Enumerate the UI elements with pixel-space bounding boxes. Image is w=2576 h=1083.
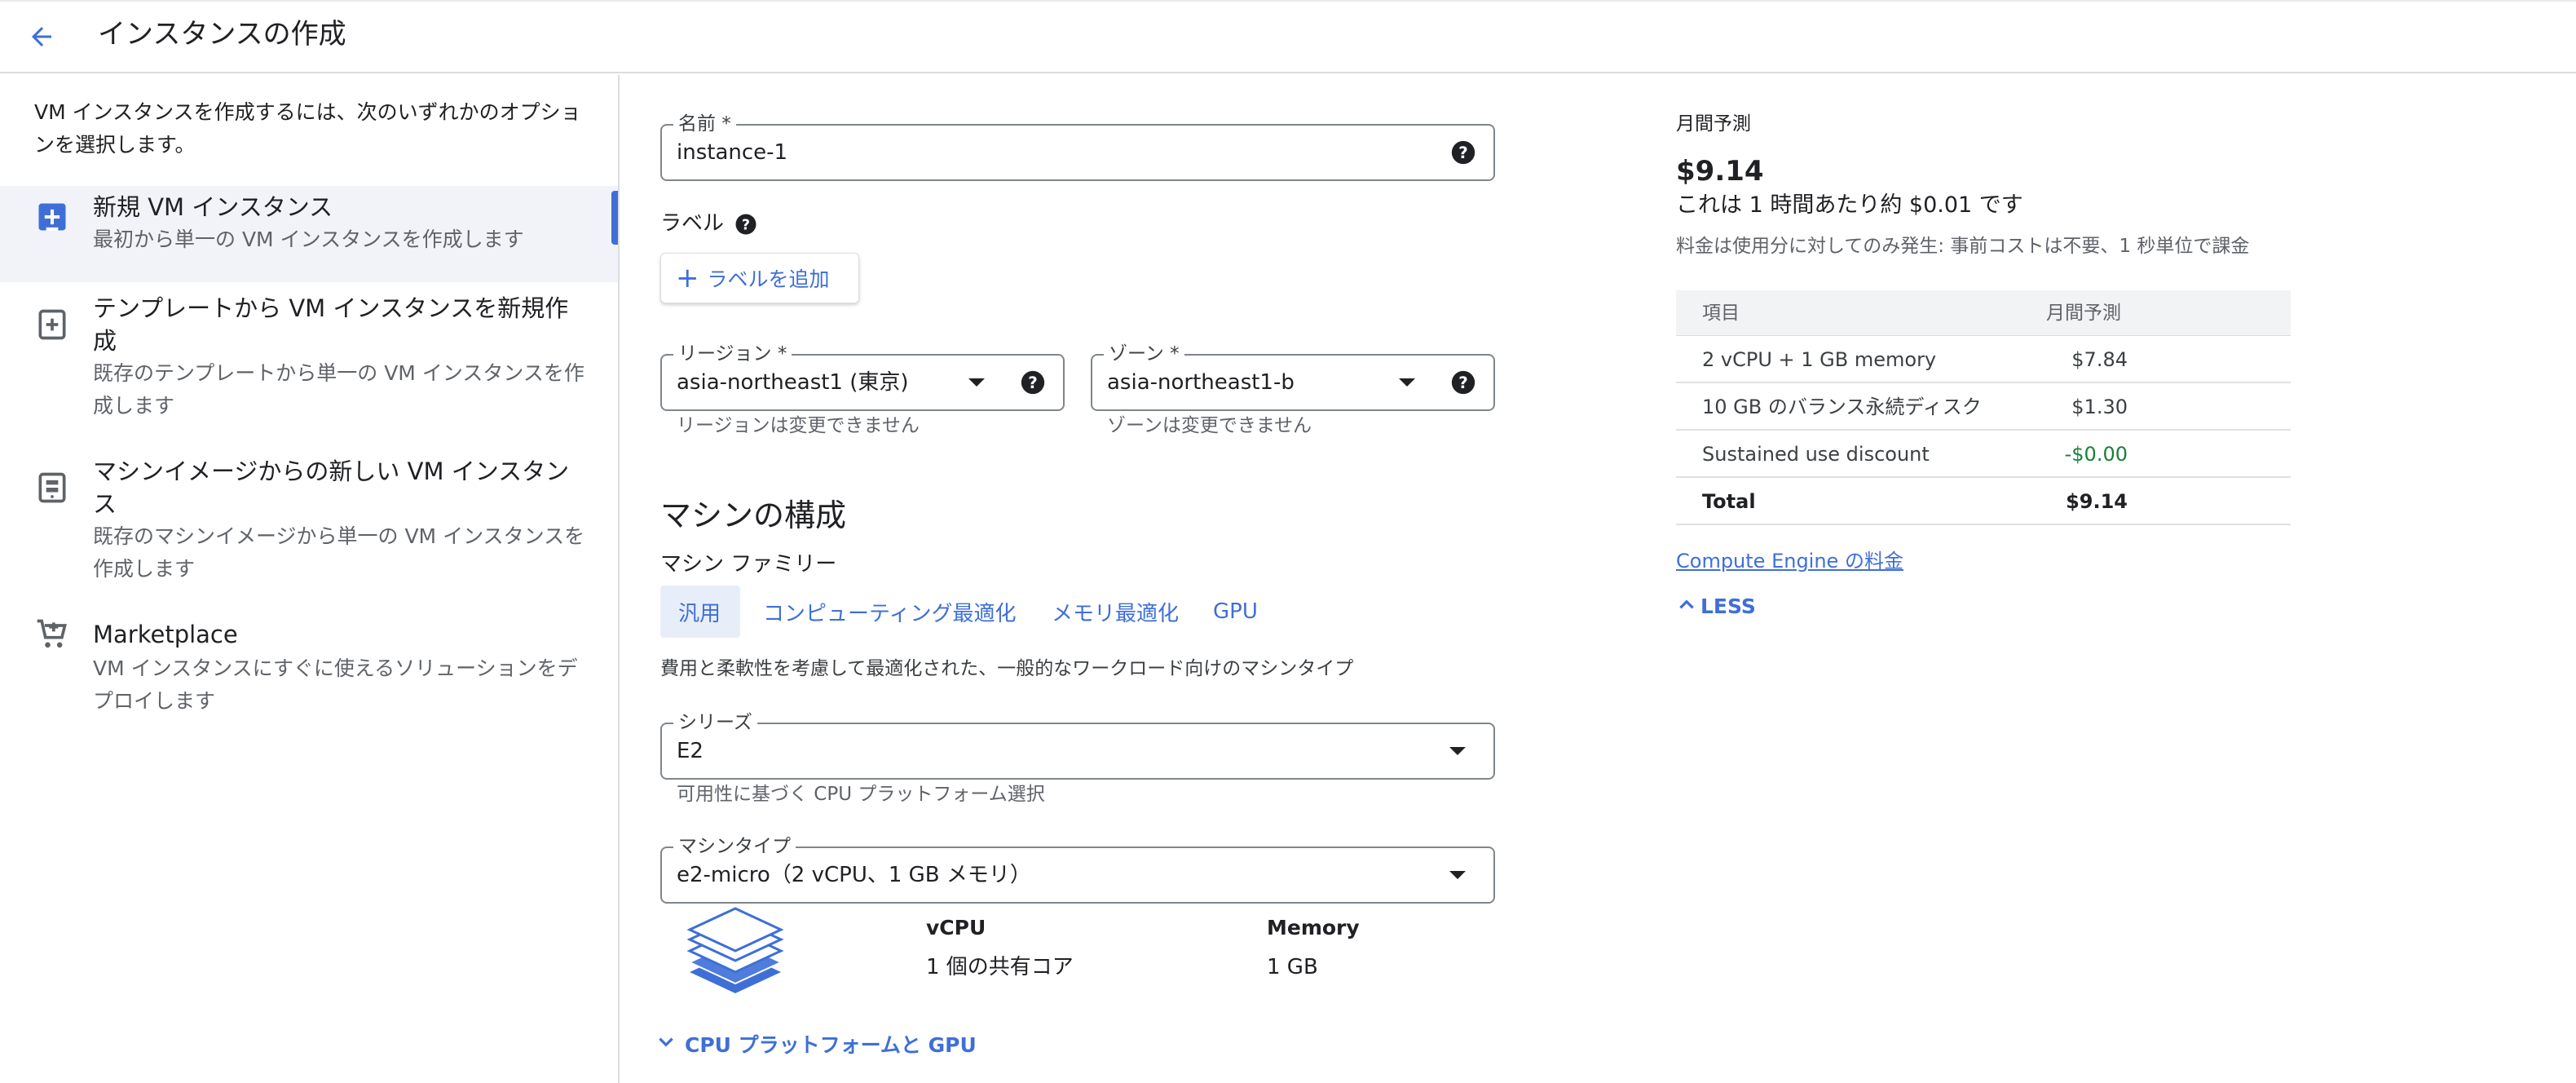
vcpu-value: 1 個の共有コア (926, 955, 1074, 979)
machine-type-value: e2-micro（2 vCPU、1 GB メモリ） (677, 863, 1031, 887)
add-instance-icon (34, 199, 70, 235)
active-indicator (611, 191, 618, 245)
cpu-platform-toggle-label: CPU プラットフォームと GPU (685, 1033, 977, 1057)
sidebar-item-desc: 既存のテンプレートから単一の VM インスタンスを作成します (93, 361, 584, 418)
region-select[interactable]: リージョン * asia-northeast1 (東京) ? (660, 342, 1065, 411)
less-label: LESS (1700, 594, 1756, 618)
chevron-down-icon (655, 1032, 677, 1056)
cpu-platform-gpu-toggle[interactable]: CPU プラットフォームと GPU (655, 1029, 977, 1059)
vcpu-header: vCPU (926, 916, 986, 939)
row-value: $1.30 (2071, 396, 2128, 418)
table-row: Sustained use discount -$0.00 (1676, 431, 2291, 478)
svg-text:?: ? (1458, 144, 1468, 162)
sidebar-item-title: マシンイメージからの新しい VM インスタンス (93, 458, 570, 518)
row-value: $7.84 (2071, 348, 2128, 371)
svg-text:?: ? (1458, 374, 1468, 392)
total-label: Total (1702, 490, 1756, 513)
add-label-button[interactable]: + ラベルを追加 (660, 253, 859, 303)
chevron-down-icon (1449, 871, 1466, 879)
template-add-icon (34, 307, 70, 343)
region-hint: リージョンは変更できません (677, 415, 920, 436)
row-item: Sustained use discount (1702, 443, 1930, 466)
marketplace-cart-icon (34, 617, 70, 652)
tab-gpu[interactable]: GPU (1195, 586, 1276, 638)
plus-icon: + (676, 262, 699, 294)
memory-header: Memory (1267, 916, 1360, 939)
chevron-down-icon (1449, 747, 1466, 755)
sidebar-item-new-vm[interactable]: 新規 VM インスタンス 最初から単一の VM インスタンスを作成します (0, 186, 618, 282)
monthly-estimate-panel: 月間予測 $9.14 これは 1 時間あたり約 $0.01 です 料金は使用分に… (1676, 75, 2296, 662)
sidebar-item-title: 新規 VM インスタンス (93, 193, 333, 221)
sidebar-item-desc: VM インスタンスにすぐに使えるソリューションをデプロイします (93, 656, 578, 713)
sidebar-item-marketplace[interactable]: Marketplace VM インスタンスにすぐに使えるソリューションをデプロイ… (0, 615, 618, 729)
top-bar: インスタンスの作成 (0, 0, 2576, 73)
machine-stack-icon (686, 907, 784, 1011)
machine-config-heading: マシンの構成 (660, 497, 847, 533)
machine-type-select[interactable]: マシンタイプ e2-micro（2 vCPU、1 GB メモリ） (660, 834, 1495, 904)
labels-heading: ラベル (660, 211, 725, 236)
page-title: インスタンスの作成 (98, 18, 346, 51)
tab-memory-optimized[interactable]: メモリ最適化 (1034, 586, 1197, 638)
memory-value: 1 GB (1267, 955, 1318, 979)
estimate-note: 料金は使用分に対してのみ発生: 事前コストは不要、1 秒単位で課金 (1676, 236, 2250, 257)
series-hint: 可用性に基づく CPU プラットフォーム選択 (677, 784, 1045, 805)
sidebar-item-from-template[interactable]: テンプレートから VM インスタンスを新規作成 既存のテンプレートから単一の V… (0, 289, 618, 435)
help-icon[interactable]: ? (1449, 369, 1477, 396)
header-item: 項目 (1702, 303, 1740, 324)
sidebar-intro-text: VM インスタンスを作成するには、次のいずれかのオプションを選択します。 (34, 100, 581, 157)
row-value-discount: -$0.00 (2064, 443, 2128, 466)
back-arrow-icon[interactable] (23, 18, 60, 55)
name-field[interactable]: 名前 * instance-1 ? (660, 112, 1495, 181)
chevron-up-icon (1676, 594, 1697, 618)
zone-select[interactable]: ゾーン * asia-northeast1-b ? (1091, 342, 1495, 411)
labels-help-icon[interactable]: ? (734, 212, 758, 236)
chevron-down-icon (968, 378, 985, 387)
zone-value: asia-northeast1-b (1107, 370, 1295, 395)
add-label-text: ラベルを追加 (707, 267, 830, 291)
help-icon[interactable]: ? (1449, 139, 1477, 166)
sidebar-item-from-machine-image[interactable]: マシンイメージからの新しい VM インスタンス 既存のマシンイメージから単一の … (0, 452, 618, 599)
tab-compute-optimized[interactable]: コンピューティング最適化 (745, 586, 1034, 638)
sidebar-item-desc: 既存のマシンイメージから単一の VM インスタンスを作成します (93, 524, 585, 581)
table-row: 2 vCPU + 1 GB memory $7.84 (1676, 336, 2291, 383)
machine-family-tabs: 汎用 コンピューティング最適化 メモリ最適化 GPU (660, 586, 1394, 638)
name-field-value[interactable]: instance-1 (677, 126, 787, 179)
svg-text:?: ? (742, 217, 750, 233)
machine-image-icon (34, 470, 70, 506)
sidebar-item-title: テンプレートから VM インスタンスを新規作成 (93, 294, 569, 355)
tab-general-purpose[interactable]: 汎用 (660, 586, 740, 638)
creation-options-sidebar: VM インスタンスを作成するには、次のいずれかのオプションを選択します。 新規 … (0, 75, 620, 1083)
chevron-down-icon (1399, 378, 1415, 387)
zone-hint: ゾーンは変更できません (1107, 415, 1312, 436)
row-item: 10 GB のバランス永続ディスク (1702, 396, 1982, 418)
sidebar-item-title: Marketplace (93, 621, 238, 648)
table-row-total: Total $9.14 (1676, 478, 2291, 525)
cost-table-header: 項目 月間予測 (1676, 290, 2291, 336)
cost-table: 項目 月間予測 2 vCPU + 1 GB memory $7.84 10 GB… (1676, 290, 2291, 530)
sidebar-item-desc: 最初から単一の VM インスタンスを作成します (93, 228, 524, 251)
svg-text:?: ? (1028, 374, 1038, 392)
series-value: E2 (677, 739, 704, 763)
estimate-hourly: これは 1 時間あたり約 $0.01 です (1676, 192, 2023, 218)
instance-form: 名前 * instance-1 ? ラベル ? + ラベルを追加 リージョン *… (621, 75, 1673, 1083)
region-value: asia-northeast1 (東京) (677, 370, 909, 395)
estimate-title: 月間予測 (1676, 113, 1751, 135)
family-description: 費用と柔軟性を考慮して最適化された、一般的なワークロード向けのマシンタイプ (660, 658, 1354, 679)
estimate-price: $9.14 (1676, 155, 1764, 188)
less-toggle[interactable]: LESS (1676, 594, 1756, 618)
pricing-link[interactable]: Compute Engine の料金 (1676, 548, 1903, 574)
row-item: 2 vCPU + 1 GB memory (1702, 348, 1937, 371)
series-select[interactable]: シリーズ E2 (660, 710, 1495, 780)
help-icon[interactable]: ? (1019, 369, 1047, 396)
header-monthly: 月間予測 (2046, 303, 2121, 324)
machine-family-label: マシン ファミリー (660, 552, 837, 577)
table-row: 10 GB のバランス永続ディスク $1.30 (1676, 383, 2291, 431)
total-value: $9.14 (2066, 490, 2128, 513)
